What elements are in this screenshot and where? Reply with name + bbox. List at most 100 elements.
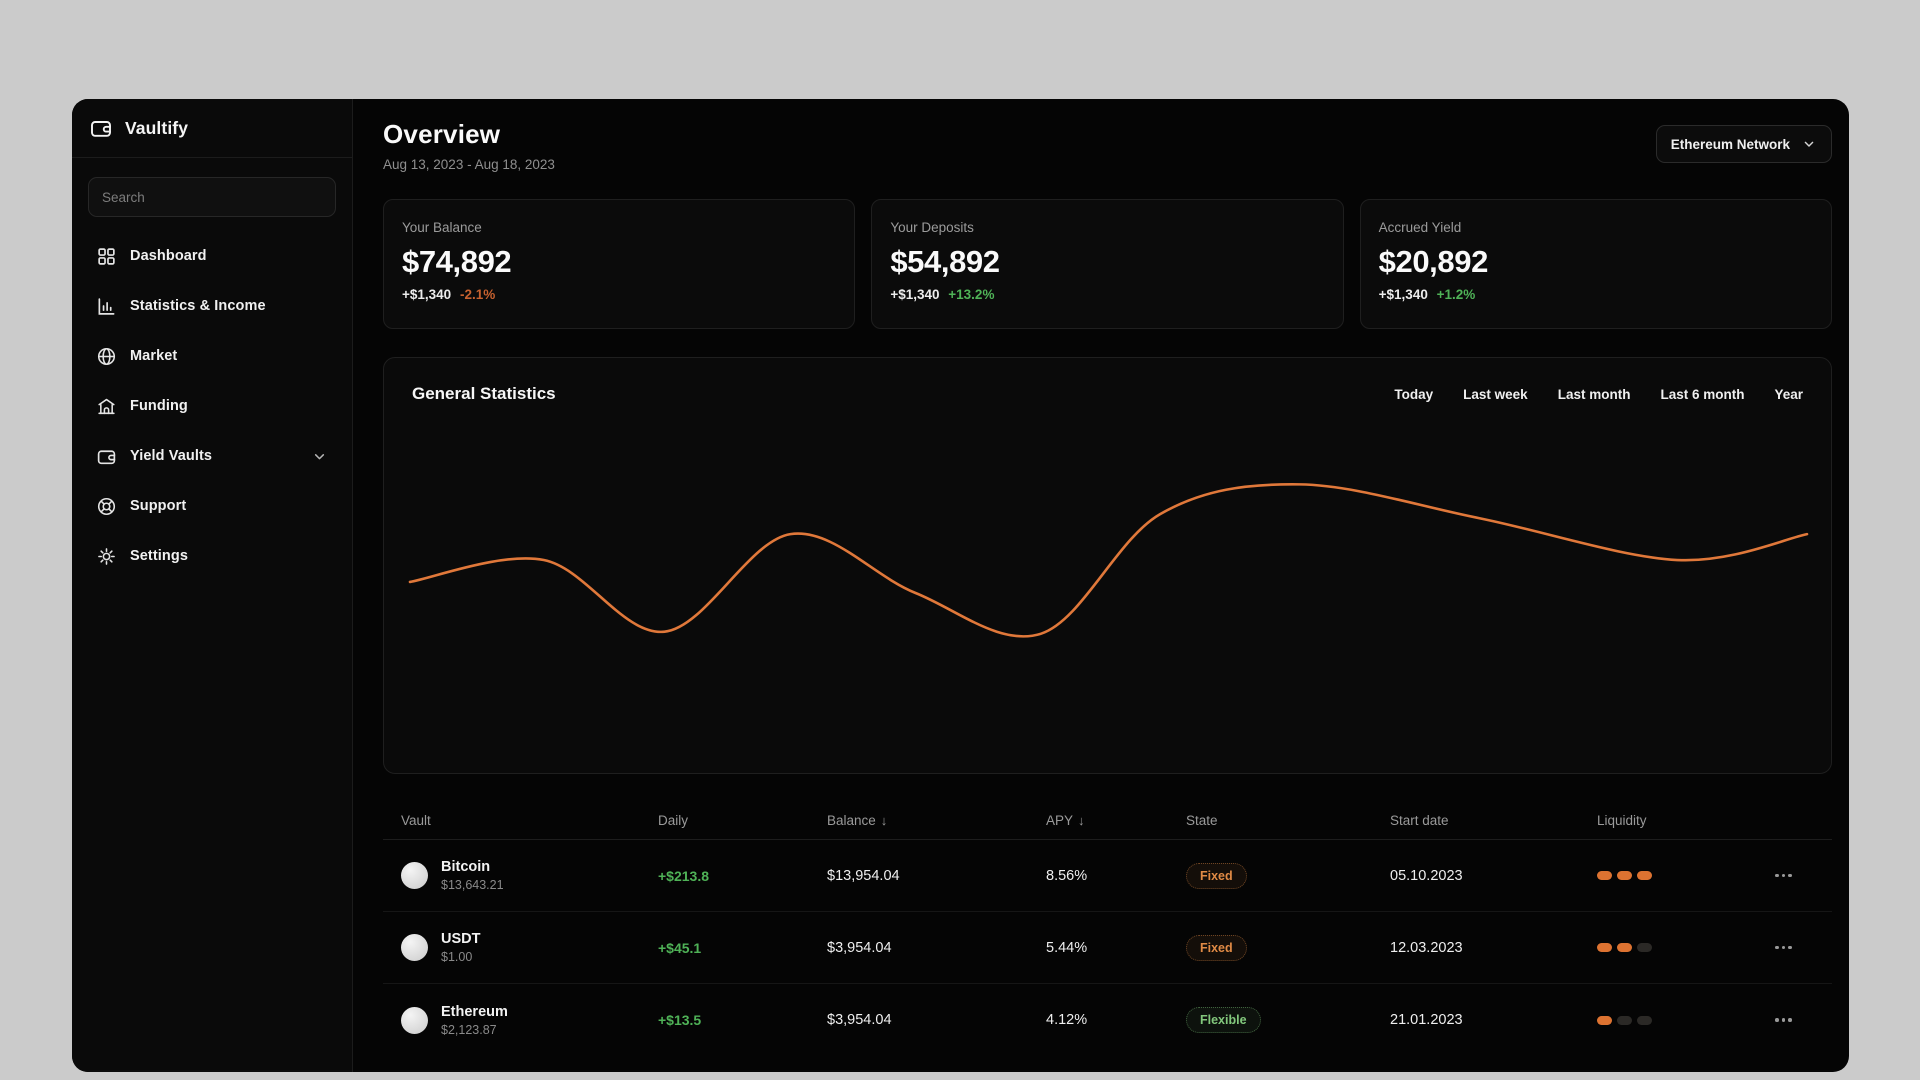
chevron-down-icon[interactable] xyxy=(311,448,328,465)
sidebar-item-label: Settings xyxy=(130,548,188,564)
row-actions-ellipsis-icon[interactable] xyxy=(1775,873,1801,878)
card-delta-pct: -2.1% xyxy=(459,287,496,302)
sidebar-nav: Dashboard Statistics & Income Market Fun… xyxy=(72,236,352,576)
sidebar-item-yield-vaults[interactable]: Yield Vaults xyxy=(88,436,336,476)
card-your-deposits: Your Deposits $54,892 +$1,340 +13.2% xyxy=(871,199,1344,329)
daily-change: +$45.1 xyxy=(658,939,702,956)
liquidity-indicator xyxy=(1597,871,1775,880)
card-value: $20,892 xyxy=(1378,244,1489,279)
col-apy-sort[interactable]: APY ↓ xyxy=(1046,813,1186,828)
sidebar-item-dashboard[interactable]: Dashboard xyxy=(88,236,336,276)
vault-price: $1.00 xyxy=(441,950,473,964)
balance-value: $3,954.04 xyxy=(827,939,892,956)
start-date: 05.10.2023 xyxy=(1390,867,1463,884)
state-badge: Flexible xyxy=(1186,1007,1261,1033)
card-delta: +$1,340 xyxy=(890,287,940,302)
sidebar-item-label: Market xyxy=(130,348,178,364)
start-date: 12.03.2023 xyxy=(1390,939,1463,956)
search-input[interactable] xyxy=(88,177,336,217)
filter-year[interactable]: Year xyxy=(1774,387,1803,402)
bank-icon xyxy=(98,398,115,414)
daily-change: +$213.8 xyxy=(658,867,709,884)
sidebar-item-settings[interactable]: Settings xyxy=(88,536,336,576)
card-delta-pct: +13.2% xyxy=(948,287,995,302)
sidebar-item-support[interactable]: Support xyxy=(88,486,336,526)
card-label: Your Deposits xyxy=(890,220,974,235)
sidebar-item-funding[interactable]: Funding xyxy=(88,386,336,426)
table-row-usdt[interactable]: USDT $1.00 +$45.1 $3,954.04 5.44% Fixed … xyxy=(383,912,1832,984)
card-delta: +$1,340 xyxy=(1378,287,1428,302)
globe-icon xyxy=(97,347,116,365)
col-start-date: Start date xyxy=(1390,813,1449,828)
apy-value: 8.56% xyxy=(1046,867,1088,884)
time-filters: Today Last week Last month Last 6 month … xyxy=(1394,387,1803,402)
dashboard-grid-icon xyxy=(98,247,115,265)
page-title: Overview xyxy=(383,119,501,149)
main-content: Overview Aug 13, 2023 - Aug 18, 2023 Eth… xyxy=(353,99,1849,1072)
state-badge: Fixed xyxy=(1186,934,1247,961)
vault-price: $2,123.87 xyxy=(441,1022,497,1037)
filter-last-week[interactable]: Last week xyxy=(1463,387,1528,402)
card-delta-pct: +1.2% xyxy=(1436,287,1476,302)
col-vault: Vault xyxy=(401,813,431,828)
wallet-icon xyxy=(97,449,116,464)
card-accrued-yield: Accrued Yield $20,892 +$1,340 +1.2% xyxy=(1359,199,1832,329)
card-label: Your Balance xyxy=(402,220,482,235)
sidebar-item-label: Funding xyxy=(130,398,188,414)
col-state: State xyxy=(1186,813,1218,828)
line-chart xyxy=(408,483,1809,638)
balance-value: $13,954.04 xyxy=(827,867,900,884)
app-window: Vaultify Dashboard Statistics & Income M… xyxy=(72,99,1849,1072)
filter-today[interactable]: Today xyxy=(1394,387,1433,402)
sidebar-item-label: Dashboard xyxy=(130,248,207,264)
start-date: 21.01.2023 xyxy=(1390,1012,1463,1028)
card-your-balance: Your Balance $74,892 +$1,340 -2.1% xyxy=(383,199,856,329)
row-actions-ellipsis-icon[interactable] xyxy=(1775,945,1801,950)
chevron-down-icon xyxy=(1804,141,1814,147)
sidebar-item-market[interactable]: Market xyxy=(88,336,336,376)
vault-avatar xyxy=(401,862,428,889)
sort-down-icon: ↓ xyxy=(880,813,888,828)
col-balance-sort[interactable]: Balance ↓ xyxy=(827,813,1046,828)
sidebar-item-statistics-income[interactable]: Statistics & Income xyxy=(88,286,336,326)
daily-change: +$13.5 xyxy=(658,1012,702,1028)
row-actions-ellipsis-icon[interactable] xyxy=(1775,1018,1801,1022)
filter-last-6-month[interactable]: Last 6 month xyxy=(1660,387,1744,402)
bar-chart-icon xyxy=(98,297,115,315)
apy-value: 5.44% xyxy=(1046,939,1088,956)
card-value: $74,892 xyxy=(402,244,512,279)
filter-last-month[interactable]: Last month xyxy=(1558,387,1631,402)
card-delta: +$1,340 xyxy=(402,287,452,302)
apy-value: 4.12% xyxy=(1046,1012,1088,1028)
liquidity-indicator xyxy=(1597,1015,1775,1025)
wallet-logo-icon xyxy=(91,121,111,137)
col-liquidity: Liquidity xyxy=(1597,813,1647,828)
sidebar-item-label: Statistics & Income xyxy=(130,298,266,314)
sidebar-item-label: Yield Vaults xyxy=(130,448,213,464)
card-label: Accrued Yield xyxy=(1378,220,1462,235)
table-row-bitcoin[interactable]: Bitcoin $13,643.21 +$213.8 $13,954.04 8.… xyxy=(383,840,1832,912)
network-selector[interactable]: Ethereum Network xyxy=(1655,125,1832,163)
vaults-table: Vault Daily Balance ↓ APY ↓ State Start da… xyxy=(383,802,1832,1056)
vault-price: $13,643.21 xyxy=(441,878,504,892)
panel-title: General Statistics xyxy=(412,384,556,403)
life-buoy-icon xyxy=(97,497,116,515)
general-statistics-panel: General Statistics Today Last week Last … xyxy=(383,357,1832,774)
sort-down-icon: ↓ xyxy=(1078,813,1085,828)
card-value: $54,892 xyxy=(890,244,1000,279)
balance-value: $3,954.04 xyxy=(827,1012,892,1028)
brand: Vaultify xyxy=(72,99,352,158)
liquidity-indicator xyxy=(1597,943,1775,952)
brand-name: Vaultify xyxy=(125,117,189,138)
network-selector-label: Ethereum Network xyxy=(1670,136,1790,152)
table-header-row: Vault Daily Balance ↓ APY ↓ State Start da… xyxy=(383,802,1832,840)
sidebar-item-label: Support xyxy=(130,498,187,514)
vault-avatar xyxy=(401,934,428,961)
date-range: Aug 13, 2023 - Aug 18, 2023 xyxy=(383,157,555,172)
col-daily: Daily xyxy=(658,813,689,828)
gear-icon xyxy=(98,547,115,565)
state-badge: Fixed xyxy=(1186,862,1247,889)
stat-cards: Your Balance $74,892 +$1,340 -2.1% Your … xyxy=(383,199,1832,329)
table-row-ethereum[interactable]: Ethereum $2,123.87 +$13.5 $3,954.04 4.12… xyxy=(383,984,1832,1056)
sidebar: Vaultify Dashboard Statistics & Income M… xyxy=(72,99,353,1072)
